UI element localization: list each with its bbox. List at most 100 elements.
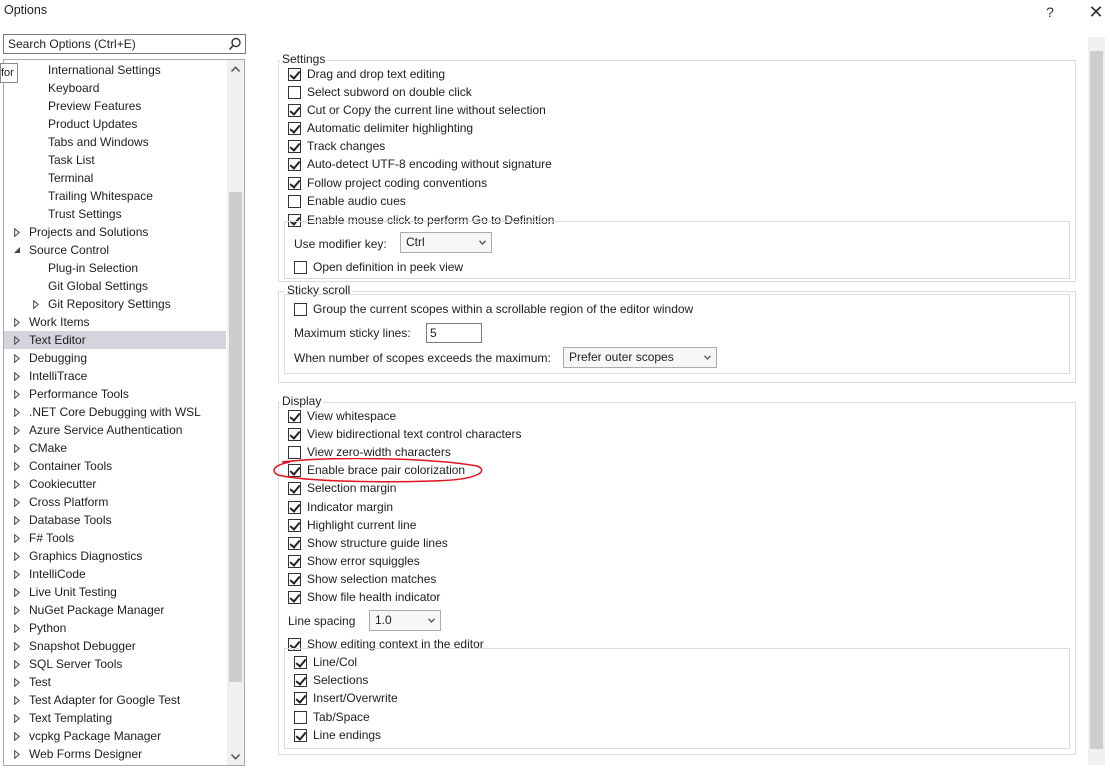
tree-item[interactable]: Container Tools (4, 457, 226, 475)
tree-item[interactable]: Azure Service Authentication (4, 421, 226, 439)
collapsed-arrow-icon[interactable] (12, 385, 22, 403)
checkbox[interactable] (288, 572, 301, 586)
collapsed-arrow-icon[interactable] (12, 493, 22, 511)
tree-item[interactable]: Cross Platform (4, 493, 226, 511)
settings-option[interactable]: Auto-detect UTF-8 encoding without signa… (288, 155, 552, 173)
editing-context-item[interactable]: Line endings (294, 726, 381, 744)
sticky-scroll-option[interactable]: Group the current scopes within a scroll… (294, 300, 693, 318)
expanded-arrow-icon[interactable] (12, 241, 22, 259)
editing-context-item[interactable]: Selections (294, 671, 368, 689)
tree-scroll-thumb[interactable] (229, 192, 242, 682)
tree-item[interactable]: International Settings (4, 61, 226, 79)
tree-item[interactable]: SQL Server Tools (4, 655, 226, 673)
checkbox[interactable] (294, 673, 307, 687)
tree-item[interactable]: Snapshot Debugger (4, 637, 226, 655)
tree-item[interactable]: Test Adapter for Google Test (4, 691, 226, 709)
settings-option[interactable]: Automatic delimiter highlighting (288, 119, 473, 137)
exceeds-max-dropdown[interactable]: Prefer outer scopes (563, 347, 717, 368)
collapsed-arrow-icon[interactable] (12, 673, 22, 691)
collapsed-arrow-icon[interactable] (12, 547, 22, 565)
checkbox[interactable] (288, 103, 301, 117)
collapsed-arrow-icon[interactable] (12, 745, 22, 763)
checkbox[interactable] (288, 500, 301, 514)
collapsed-arrow-icon[interactable] (12, 349, 22, 367)
tree-item[interactable]: CMake (4, 439, 226, 457)
tree-item[interactable]: Projects and Solutions (4, 223, 226, 241)
tree-item[interactable]: Terminal (4, 169, 226, 187)
line-spacing-dropdown[interactable]: 1.0 (369, 610, 441, 631)
checkbox[interactable] (288, 139, 301, 153)
collapsed-arrow-icon[interactable] (12, 583, 22, 601)
collapsed-arrow-icon[interactable] (12, 367, 22, 385)
settings-option[interactable]: Drag and drop text editing (288, 65, 445, 83)
collapsed-arrow-icon[interactable] (12, 475, 22, 493)
checkbox[interactable] (288, 554, 301, 568)
display-option[interactable]: Show error squiggles (288, 552, 420, 570)
tree-item[interactable]: Task List (4, 151, 226, 169)
settings-option[interactable]: Select subword on double click (288, 83, 472, 101)
checkbox[interactable] (288, 445, 301, 459)
tree-item[interactable]: Live Unit Testing (4, 583, 226, 601)
help-button[interactable]: ? (1033, 0, 1067, 24)
tree-item[interactable]: Source Control (4, 241, 226, 259)
editing-context-item[interactable]: Insert/Overwrite (294, 689, 398, 707)
tree-item[interactable]: Performance Tools (4, 385, 226, 403)
tree-item[interactable]: Tabs and Windows (4, 133, 226, 151)
tree-item[interactable]: Web Forms Designer (4, 745, 226, 763)
checkbox[interactable] (294, 691, 307, 705)
display-option[interactable]: View whitespace (288, 407, 396, 425)
collapsed-arrow-icon[interactable] (12, 601, 22, 619)
checkbox[interactable] (288, 194, 301, 208)
tree-item[interactable]: Debugging (4, 349, 226, 367)
collapsed-arrow-icon[interactable] (12, 421, 22, 439)
display-option[interactable]: Indicator margin (288, 498, 393, 516)
editing-context-item[interactable]: Line/Col (294, 653, 357, 671)
checkbox[interactable] (294, 302, 307, 316)
tree-item[interactable]: Product Updates (4, 115, 226, 133)
tree-item[interactable]: Database Tools (4, 511, 226, 529)
display-option[interactable]: View zero-width characters (288, 443, 451, 461)
collapsed-arrow-icon[interactable] (12, 655, 22, 673)
collapsed-arrow-icon[interactable] (12, 619, 22, 637)
collapsed-arrow-icon[interactable] (12, 457, 22, 475)
tree-item[interactable]: Graphics Diagnostics (4, 547, 226, 565)
tree-item[interactable]: Cookiecutter (4, 475, 226, 493)
content-scroll-thumb[interactable] (1090, 51, 1103, 749)
tree-item[interactable]: Trust Settings (4, 205, 226, 223)
checkbox[interactable] (294, 728, 307, 742)
checkbox[interactable] (288, 409, 301, 423)
tree-item[interactable]: Python (4, 619, 226, 637)
collapsed-arrow-icon[interactable] (12, 709, 22, 727)
collapsed-arrow-icon[interactable] (31, 295, 41, 313)
collapsed-arrow-icon[interactable] (12, 565, 22, 583)
tree-item[interactable]: Git Repository Settings (4, 295, 226, 313)
checkbox[interactable] (288, 481, 301, 495)
tree-item[interactable]: Text Editor (4, 331, 226, 349)
collapsed-arrow-icon[interactable] (12, 223, 22, 241)
display-option[interactable]: View bidirectional text control characte… (288, 425, 522, 443)
collapsed-arrow-icon[interactable] (12, 727, 22, 745)
checkbox[interactable] (288, 85, 301, 99)
checkbox[interactable] (288, 157, 301, 171)
tree-item[interactable]: Work Items (4, 313, 226, 331)
editing-context-item[interactable]: Tab/Space (294, 708, 370, 726)
tree-item[interactable]: Keyboard (4, 79, 226, 97)
tree-item[interactable]: Preview Features (4, 97, 226, 115)
checkbox[interactable] (288, 536, 301, 550)
tree-item[interactable]: Test (4, 673, 226, 691)
collapsed-arrow-icon[interactable] (12, 511, 22, 529)
tree-item[interactable]: NuGet Package Manager (4, 601, 226, 619)
checkbox[interactable] (288, 176, 301, 190)
display-option[interactable]: Show structure guide lines (288, 534, 448, 552)
search-icon[interactable] (228, 37, 242, 51)
modifier-key-dropdown[interactable]: Ctrl (400, 232, 492, 253)
tree-item[interactable]: Trailing Whitespace (4, 187, 226, 205)
checkbox[interactable] (288, 427, 301, 441)
settings-option[interactable]: Follow project coding conventions (288, 174, 487, 192)
collapsed-arrow-icon[interactable] (12, 439, 22, 457)
options-tree[interactable]: International Settings Keyboard Preview Fe… (3, 59, 245, 766)
display-option[interactable]: Highlight current line (288, 516, 416, 534)
tree-item[interactable]: F# Tools (4, 529, 226, 547)
checkbox[interactable] (294, 260, 307, 274)
content-scrollbar[interactable] (1088, 37, 1105, 765)
